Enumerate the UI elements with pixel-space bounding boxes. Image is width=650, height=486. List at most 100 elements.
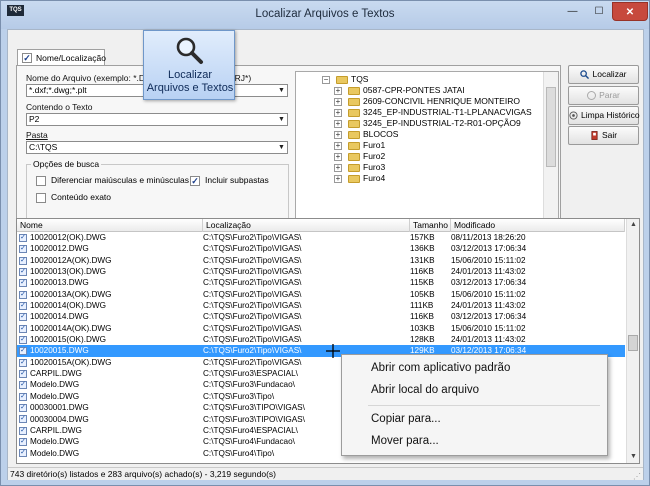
tree-item[interactable]: + Furo1 [334, 140, 385, 151]
row-check-icon[interactable]: ✓ [19, 381, 27, 390]
row-check-icon[interactable]: ✓ [19, 301, 27, 310]
chevron-down-icon[interactable]: ▼ [276, 142, 287, 153]
cell-name-text: 10020013.DWG [30, 278, 89, 288]
table-row[interactable]: ✓ 10020014(OK).DWG C:\TQS\Furo2\Tipo\VIGAS… [17, 300, 625, 311]
checkbox-box[interactable] [36, 175, 46, 186]
tree-item[interactable]: +3245_EP-INDUSTRIAL-T1-LPLANACVIGAS [334, 107, 532, 118]
minimize-button[interactable]: — [559, 2, 586, 21]
row-check-icon[interactable]: ✓ [19, 233, 27, 242]
folder-tree[interactable]: − TQS +0587-CPR-PONTES JATAI +2609-CONCIV… [295, 71, 559, 229]
subfolders-checkbox[interactable]: ✓ Incluir subpastas [190, 175, 269, 186]
tree-root[interactable]: − TQS [322, 74, 368, 85]
cell-name-text: 00030004.DWG [30, 414, 89, 424]
tree-item[interactable]: +2609-CONCIVIL HENRIQUE MONTEIRO [334, 96, 520, 107]
expand-icon[interactable]: + [334, 108, 342, 117]
row-check-icon[interactable]: ✓ [19, 358, 27, 367]
collapse-icon[interactable]: − [322, 75, 330, 84]
checkbox-box[interactable] [36, 192, 46, 203]
cell-modified: 15/06/2010 15:11:02 [451, 289, 526, 300]
row-check-icon[interactable]: ✓ [19, 256, 27, 265]
table-row[interactable]: ✓ 10020013.DWG C:\TQS\Furo2\Tipo\VIGAS\ 115… [17, 277, 625, 288]
row-check-icon[interactable]: ✓ [19, 438, 27, 447]
row-check-icon[interactable]: ✓ [19, 324, 27, 333]
row-check-icon[interactable]: ✓ [19, 279, 27, 288]
menu-item-move-to[interactable]: Mover para... [371, 435, 439, 447]
exact-content-checkbox[interactable]: Conteúdo exato [36, 192, 111, 203]
row-check-icon[interactable]: ✓ [19, 347, 27, 356]
menu-item-copy-to[interactable]: Copiar para... [371, 413, 441, 425]
tree-scrollbar[interactable] [543, 72, 558, 228]
expand-icon[interactable]: + [334, 86, 342, 95]
expand-icon[interactable]: + [334, 97, 342, 106]
table-row[interactable]: ✓ 10020012.DWG C:\TQS\Furo2\Tipo\VIGAS\ 136… [17, 243, 625, 254]
table-row[interactable]: ✓ 10020013A(OK).DWG C:\TQS\Furo2\Tipo\VIGA… [17, 289, 625, 300]
tree-root-label: TQS [351, 74, 369, 84]
tree-item[interactable]: + Furo3 [334, 162, 385, 173]
expand-icon[interactable]: + [334, 174, 342, 183]
chevron-down-icon[interactable]: ▼ [276, 114, 287, 125]
table-row[interactable]: ✓ 10020013(OK).DWG C:\TQS\Furo2\Tipo\VIGAS… [17, 266, 625, 277]
cell-name: ✓ 10020015(OK).DWG [19, 334, 106, 345]
tree-item[interactable]: + Furo2 [334, 151, 385, 162]
stop-button[interactable]: Parar [568, 86, 639, 105]
cell-location: C:\TQS\Furo2\Tipo\VIGAS\ [203, 334, 301, 345]
cell-modified-text: 08/11/2013 18:26:20 [451, 233, 526, 242]
column-header-size[interactable]: Tamanho [410, 219, 451, 232]
case-sensitive-checkbox[interactable]: Diferenciar maiúsculas e minúsculas [36, 175, 189, 186]
row-check-icon[interactable]: ✓ [19, 415, 27, 424]
expand-icon[interactable]: + [334, 130, 342, 139]
row-check-icon[interactable]: ✓ [19, 245, 27, 254]
maximize-button[interactable]: ☐ [586, 2, 612, 21]
content-combo[interactable]: P2 ▼ [26, 113, 288, 126]
tree-scroll-thumb[interactable] [546, 87, 556, 167]
menu-item-open-location[interactable]: Abrir local do arquivo [371, 384, 479, 396]
tree-item[interactable]: + BLOCOS [334, 129, 398, 140]
tree-item-label: Furo4 [363, 173, 386, 183]
expand-icon[interactable]: + [334, 163, 342, 172]
table-scroll-thumb[interactable] [628, 335, 638, 351]
cell-location: C:\TQS\Furo2\Tipo\VIGAS\ [203, 357, 301, 368]
column-header-name[interactable]: Nome [17, 219, 203, 232]
column-header-modified[interactable]: Modificado [451, 219, 625, 232]
table-row[interactable]: ✓ 10020012(OK).DWG C:\TQS\Furo2\Tipo\VIGAS… [17, 232, 625, 243]
expand-icon[interactable]: + [334, 119, 342, 128]
row-check-icon[interactable]: ✓ [19, 392, 27, 401]
table-row[interactable]: ✓ 10020015(OK).DWG C:\TQS\Furo2\Tipo\VIGAS… [17, 334, 625, 345]
table-scrollbar[interactable]: ▲ ▼ [626, 219, 639, 463]
scroll-up-icon[interactable]: ▲ [627, 219, 639, 231]
scroll-down-icon[interactable]: ▼ [627, 451, 639, 463]
row-check-icon[interactable]: ✓ [19, 449, 27, 458]
tree-item[interactable]: +3245_EP-INDUSTRIAL-T2-R01-OPÇÃO9 [334, 118, 521, 129]
table-row[interactable]: ✓ 10020014.DWG C:\TQS\Furo2\Tipo\VIGAS\ 116… [17, 311, 625, 322]
expand-icon[interactable]: + [334, 152, 342, 161]
tree-item[interactable]: +0587-CPR-PONTES JATAI [334, 85, 465, 96]
checkbox-box[interactable]: ✓ [190, 175, 200, 186]
folder-combo[interactable]: C:\TQS ▼ [26, 141, 288, 154]
tab-nome-localizacao[interactable]: ✓ Nome/Localização [17, 49, 106, 66]
row-check-icon[interactable]: ✓ [19, 267, 27, 276]
row-check-icon[interactable]: ✓ [19, 290, 27, 299]
chevron-down-icon[interactable]: ▼ [276, 85, 287, 96]
menu-item-open-default[interactable]: Abrir com aplicativo padrão [371, 362, 510, 374]
cell-name: ✓ Modelo.DWG [19, 391, 79, 402]
table-row[interactable]: ✓ 10020012A(OK).DWG C:\TQS\Furo2\Tipo\VIGA… [17, 255, 625, 266]
close-button[interactable]: ✕ [612, 2, 648, 21]
row-check-icon[interactable]: ✓ [19, 313, 27, 322]
exit-button[interactable]: Sair [568, 126, 639, 145]
table-row[interactable]: ✓ 10020014A(OK).DWG C:\TQS\Furo2\Tipo\VIGA… [17, 323, 625, 334]
row-check-icon[interactable]: ✓ [19, 426, 27, 435]
status-bar: 743 diretório(s) listados e 283 arquivo(… [8, 467, 643, 483]
cell-location: C:\TQS\Furo2\Tipo\VIGAS\ [203, 277, 301, 288]
cell-name: ✓ Modelo.DWG [19, 436, 79, 447]
search-button[interactable]: Localizar [568, 65, 639, 84]
tree-item[interactable]: + Furo4 [334, 173, 385, 184]
expand-icon[interactable]: + [334, 141, 342, 150]
resize-grip-icon[interactable]: ⋰ [633, 470, 641, 483]
row-check-icon[interactable]: ✓ [19, 369, 27, 378]
row-check-icon[interactable]: ✓ [19, 403, 27, 412]
title-bar[interactable]: TQS Localizar Arquivos e Textos — ☐ ✕ [1, 1, 649, 29]
column-header-location[interactable]: Localização [203, 219, 410, 232]
cell-name: ✓ 10020014(OK).DWG [19, 300, 106, 311]
row-check-icon[interactable]: ✓ [19, 335, 27, 344]
clear-history-button[interactable]: Limpa Histórico [568, 106, 640, 125]
